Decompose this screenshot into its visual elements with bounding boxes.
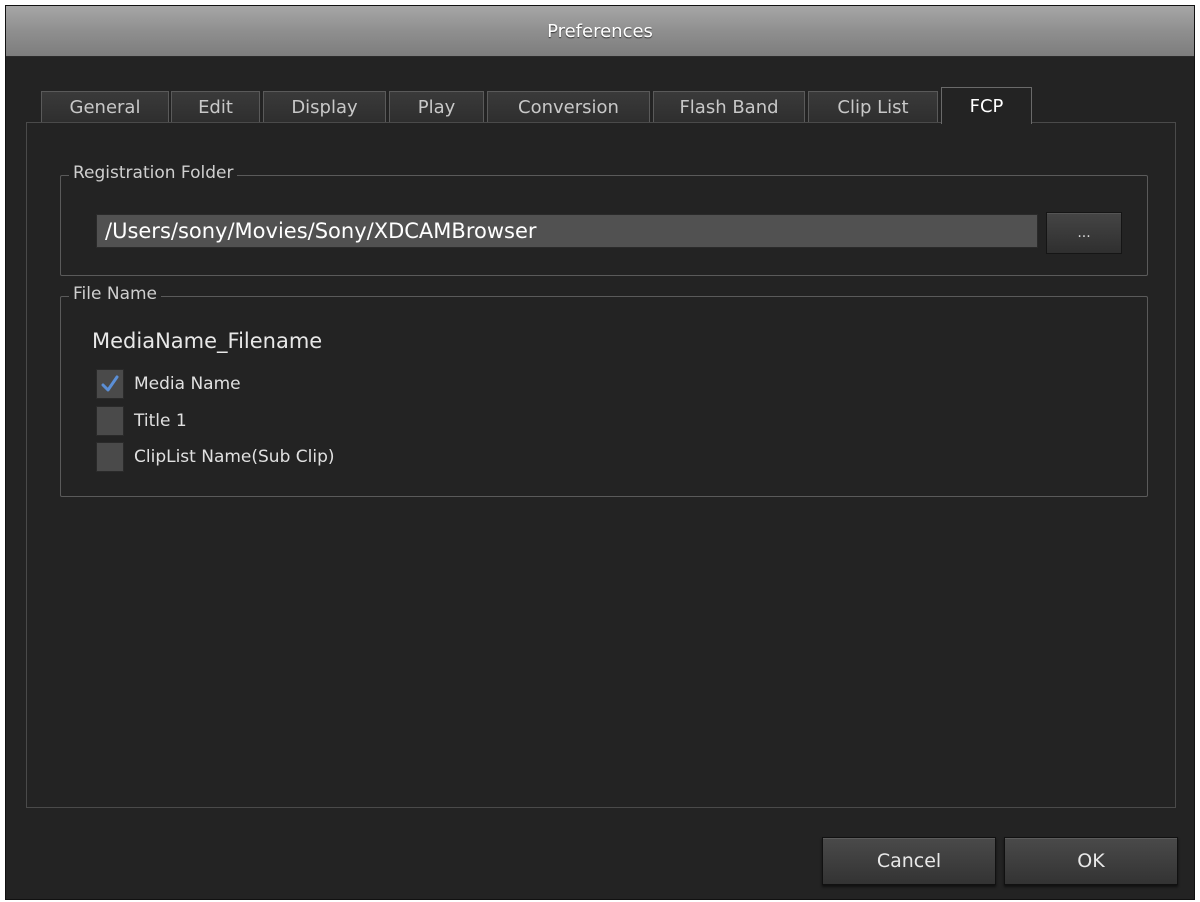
tab-general[interactable]: General [41, 91, 169, 123]
file-name-legend: File Name [69, 284, 162, 304]
ok-button[interactable]: OK [1004, 837, 1178, 885]
title-1-label: Title 1 [134, 411, 187, 431]
tab-fcp[interactable]: FCP [941, 87, 1032, 124]
tab-edit[interactable]: Edit [171, 91, 260, 123]
tab-play[interactable]: Play [389, 91, 484, 123]
checkmark-icon [101, 375, 119, 392]
file-name-group: File Name MediaName_Filename Media Name … [60, 284, 1148, 497]
tab-conversion[interactable]: Conversion [487, 91, 650, 123]
option-cliplist-name[interactable]: ClipList Name(Sub Clip) [96, 442, 335, 472]
title-1-checkbox[interactable] [96, 406, 124, 436]
registration-path-field[interactable]: /Users/sony/Movies/Sony/XDCAMBrowser [96, 214, 1038, 248]
cliplist-name-checkbox[interactable] [96, 442, 124, 472]
tab-display[interactable]: Display [263, 91, 386, 123]
cliplist-name-label: ClipList Name(Sub Clip) [134, 447, 335, 467]
registration-folder-group: Registration Folder /Users/sony/Movies/S… [60, 163, 1148, 276]
browse-button[interactable]: ... [1046, 212, 1122, 254]
tab-flash-band[interactable]: Flash Band [653, 91, 805, 123]
tab-clip-list[interactable]: Clip List [808, 91, 938, 123]
filename-format-preview: MediaName_Filename [92, 329, 323, 353]
option-title-1[interactable]: Title 1 [96, 406, 187, 436]
option-media-name[interactable]: Media Name [96, 369, 241, 399]
registration-folder-legend: Registration Folder [69, 163, 238, 183]
window-title: Preferences [547, 20, 653, 42]
media-name-checkbox[interactable] [96, 369, 124, 399]
preferences-window: Preferences General Edit Display Play Co… [5, 5, 1195, 900]
cancel-button[interactable]: Cancel [822, 837, 996, 885]
fcp-settings-panel: Registration Folder /Users/sony/Movies/S… [26, 122, 1176, 808]
title-bar[interactable]: Preferences [6, 6, 1194, 57]
media-name-label: Media Name [134, 374, 241, 394]
